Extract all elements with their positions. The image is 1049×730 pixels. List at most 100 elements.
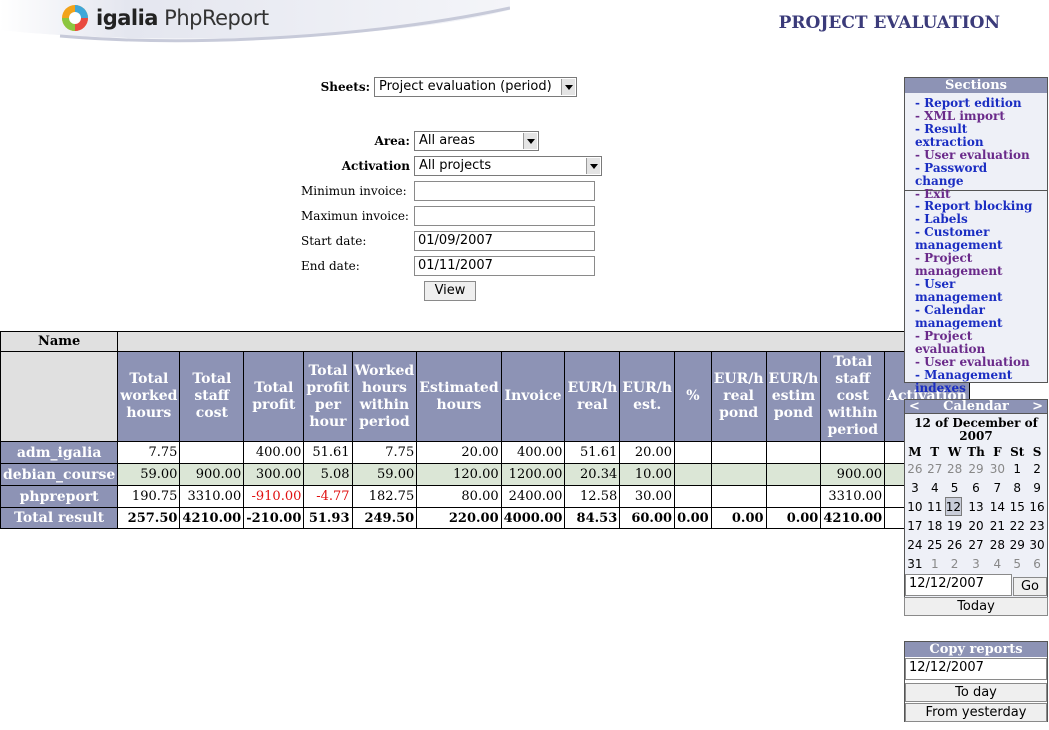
total-cell: 0.00	[674, 507, 712, 529]
section-link[interactable]: - User management	[915, 278, 1037, 304]
calendar-day[interactable]: 5	[945, 478, 965, 497]
area-select[interactable]: All areas	[414, 131, 539, 151]
calendar-body: 12 of December of 2007 M T W Th F St S 26 27 28 29…	[904, 414, 1048, 573]
min-invoice-input[interactable]	[414, 181, 595, 201]
view-button[interactable]: View	[424, 281, 476, 301]
table-cell	[674, 485, 712, 508]
calendar-day[interactable]: 30	[987, 459, 1007, 478]
calendar-day[interactable]: 1	[1007, 459, 1027, 478]
table-cell: 400.00	[243, 441, 305, 464]
total-cell: 60.00	[619, 507, 676, 529]
calendar-day[interactable]: 29	[965, 459, 988, 478]
calendar-day[interactable]: 5	[1007, 554, 1027, 573]
calendar-day[interactable]: 4	[925, 478, 945, 497]
table-row: phpreport 190.75 3310.00 -910.00 -4.77 182.75…	[0, 485, 970, 508]
calendar-day[interactable]: 16	[1027, 497, 1047, 516]
section-link[interactable]: - Project management	[915, 252, 1037, 278]
total-cell: 4210.00	[179, 507, 245, 529]
calendar-day[interactable]: 4	[987, 554, 1007, 573]
calendar-day[interactable]: 26	[905, 459, 925, 478]
calendar-day[interactable]: 2	[1027, 459, 1047, 478]
calendar-day[interactable]: 31	[905, 554, 925, 573]
calendar-day[interactable]: 7	[987, 478, 1007, 497]
calendar-day[interactable]: 27	[925, 459, 945, 478]
weekday-label: M	[908, 445, 922, 459]
calendar-day[interactable]: 27	[965, 535, 988, 554]
column-header: Invoice	[500, 351, 566, 442]
max-invoice-input[interactable]	[414, 206, 595, 226]
weekday-label: T	[930, 445, 940, 459]
section-link[interactable]: - Management indexes	[915, 369, 1037, 395]
end-date-input[interactable]: 01/11/2007	[414, 256, 595, 276]
weekday-label: S	[1032, 445, 1042, 459]
calendar-day[interactable]: 19	[945, 516, 965, 535]
calendar-day[interactable]: 15	[1007, 497, 1027, 516]
calendar-day[interactable]: 23	[1027, 516, 1047, 535]
table-cell: 182.75	[351, 485, 418, 508]
page-title: PROJECT EVALUATION	[778, 13, 1000, 33]
calendar-date-input[interactable]: 12/12/2007	[905, 574, 1012, 596]
section-link[interactable]: - Calendar management	[915, 304, 1037, 330]
total-cell: 4210.00	[820, 507, 886, 529]
calendar-day[interactable]: 20	[965, 516, 988, 535]
total-cell: 249.50	[351, 507, 418, 529]
calendar-day[interactable]: 8	[1007, 478, 1027, 497]
table-cell	[820, 441, 886, 464]
sheets-select[interactable]: Project evaluation (period)	[374, 77, 577, 97]
section-link[interactable]: - Project evaluation	[915, 330, 1037, 356]
calendar-week: 24 25 26 27 28 29 30	[905, 535, 1047, 554]
table-row: debian_course 59.00 900.00 300.00 5.08 59.00 1…	[0, 463, 970, 486]
calendar-next-button[interactable]: >	[1032, 400, 1043, 413]
section-link[interactable]: - Result extraction	[915, 123, 1037, 149]
calendar-today-button[interactable]: Today	[904, 597, 1048, 616]
copy-reports-date-input[interactable]: 12/12/2007	[905, 658, 1047, 680]
calendar-week: 17 18 19 20 21 22 23	[905, 516, 1047, 535]
calendar-day[interactable]: 21	[987, 516, 1007, 535]
total-cell: 84.53	[564, 507, 621, 529]
calendar-day[interactable]: 17	[905, 516, 925, 535]
calendar-current-date: 12 of December of 2007	[914, 416, 1038, 443]
calendar-day[interactable]: 6	[965, 478, 988, 497]
calendar-day[interactable]: 6	[1027, 554, 1047, 573]
sections-group-2: - Report blocking - Labels - Customer mana…	[905, 191, 1047, 395]
calendar-day[interactable]: 29	[1007, 535, 1027, 554]
total-cell: -210.00	[243, 507, 305, 529]
total-cell: 4000.00	[500, 507, 566, 529]
calendar-day[interactable]: 2	[945, 554, 965, 573]
calendar-grid: M T W Th F St S 26 27 28 29 30 1 2 3 4 5 6 7 8 9 10 11 12 13 14 15…	[905, 445, 1047, 573]
column-header: Total staff cost	[179, 351, 245, 442]
section-link[interactable]: - Password change	[915, 162, 1037, 188]
activation-select[interactable]: All projects	[414, 156, 602, 176]
calendar-day[interactable]: 24	[905, 535, 925, 554]
calendar-day[interactable]: 1	[925, 554, 945, 573]
table-cell: 7.75	[351, 441, 418, 464]
calendar-day[interactable]: 12	[944, 497, 962, 516]
calendar-day[interactable]: 3	[965, 554, 988, 573]
table-cell	[765, 441, 822, 464]
calendar-day[interactable]: 25	[925, 535, 945, 554]
table-cell: 900.00	[179, 463, 245, 486]
calendar-day[interactable]: 14	[987, 497, 1007, 516]
section-link[interactable]: - Customer management	[915, 226, 1037, 252]
calendar-day[interactable]: 18	[925, 516, 945, 535]
row-name: phpreport	[0, 485, 119, 508]
header-spacer	[117, 331, 970, 352]
calendar-day[interactable]: 30	[1027, 535, 1047, 554]
calendar-go-button[interactable]: Go	[1013, 577, 1047, 596]
table-cell	[710, 485, 767, 508]
copy-to-day-button[interactable]: To day	[905, 683, 1047, 702]
calendar-day[interactable]: 26	[945, 535, 965, 554]
calendar-day[interactable]: 28	[987, 535, 1007, 554]
calendar-day[interactable]: 22	[1007, 516, 1027, 535]
column-header: Worked hours within period	[351, 351, 418, 442]
table-cell: 3310.00	[179, 485, 245, 508]
calendar-day[interactable]: 9	[1027, 478, 1047, 497]
copy-reports-title: Copy reports	[905, 642, 1047, 657]
start-date-input[interactable]: 01/09/2007	[414, 231, 595, 251]
calendar-day[interactable]: 13	[965, 497, 988, 516]
calendar-day[interactable]: 10	[905, 497, 925, 516]
calendar-day[interactable]: 11	[925, 497, 945, 516]
calendar-day[interactable]: 3	[905, 478, 925, 497]
copy-from-yesterday-button[interactable]: From yesterday	[905, 703, 1047, 722]
calendar-day[interactable]: 28	[945, 459, 965, 478]
